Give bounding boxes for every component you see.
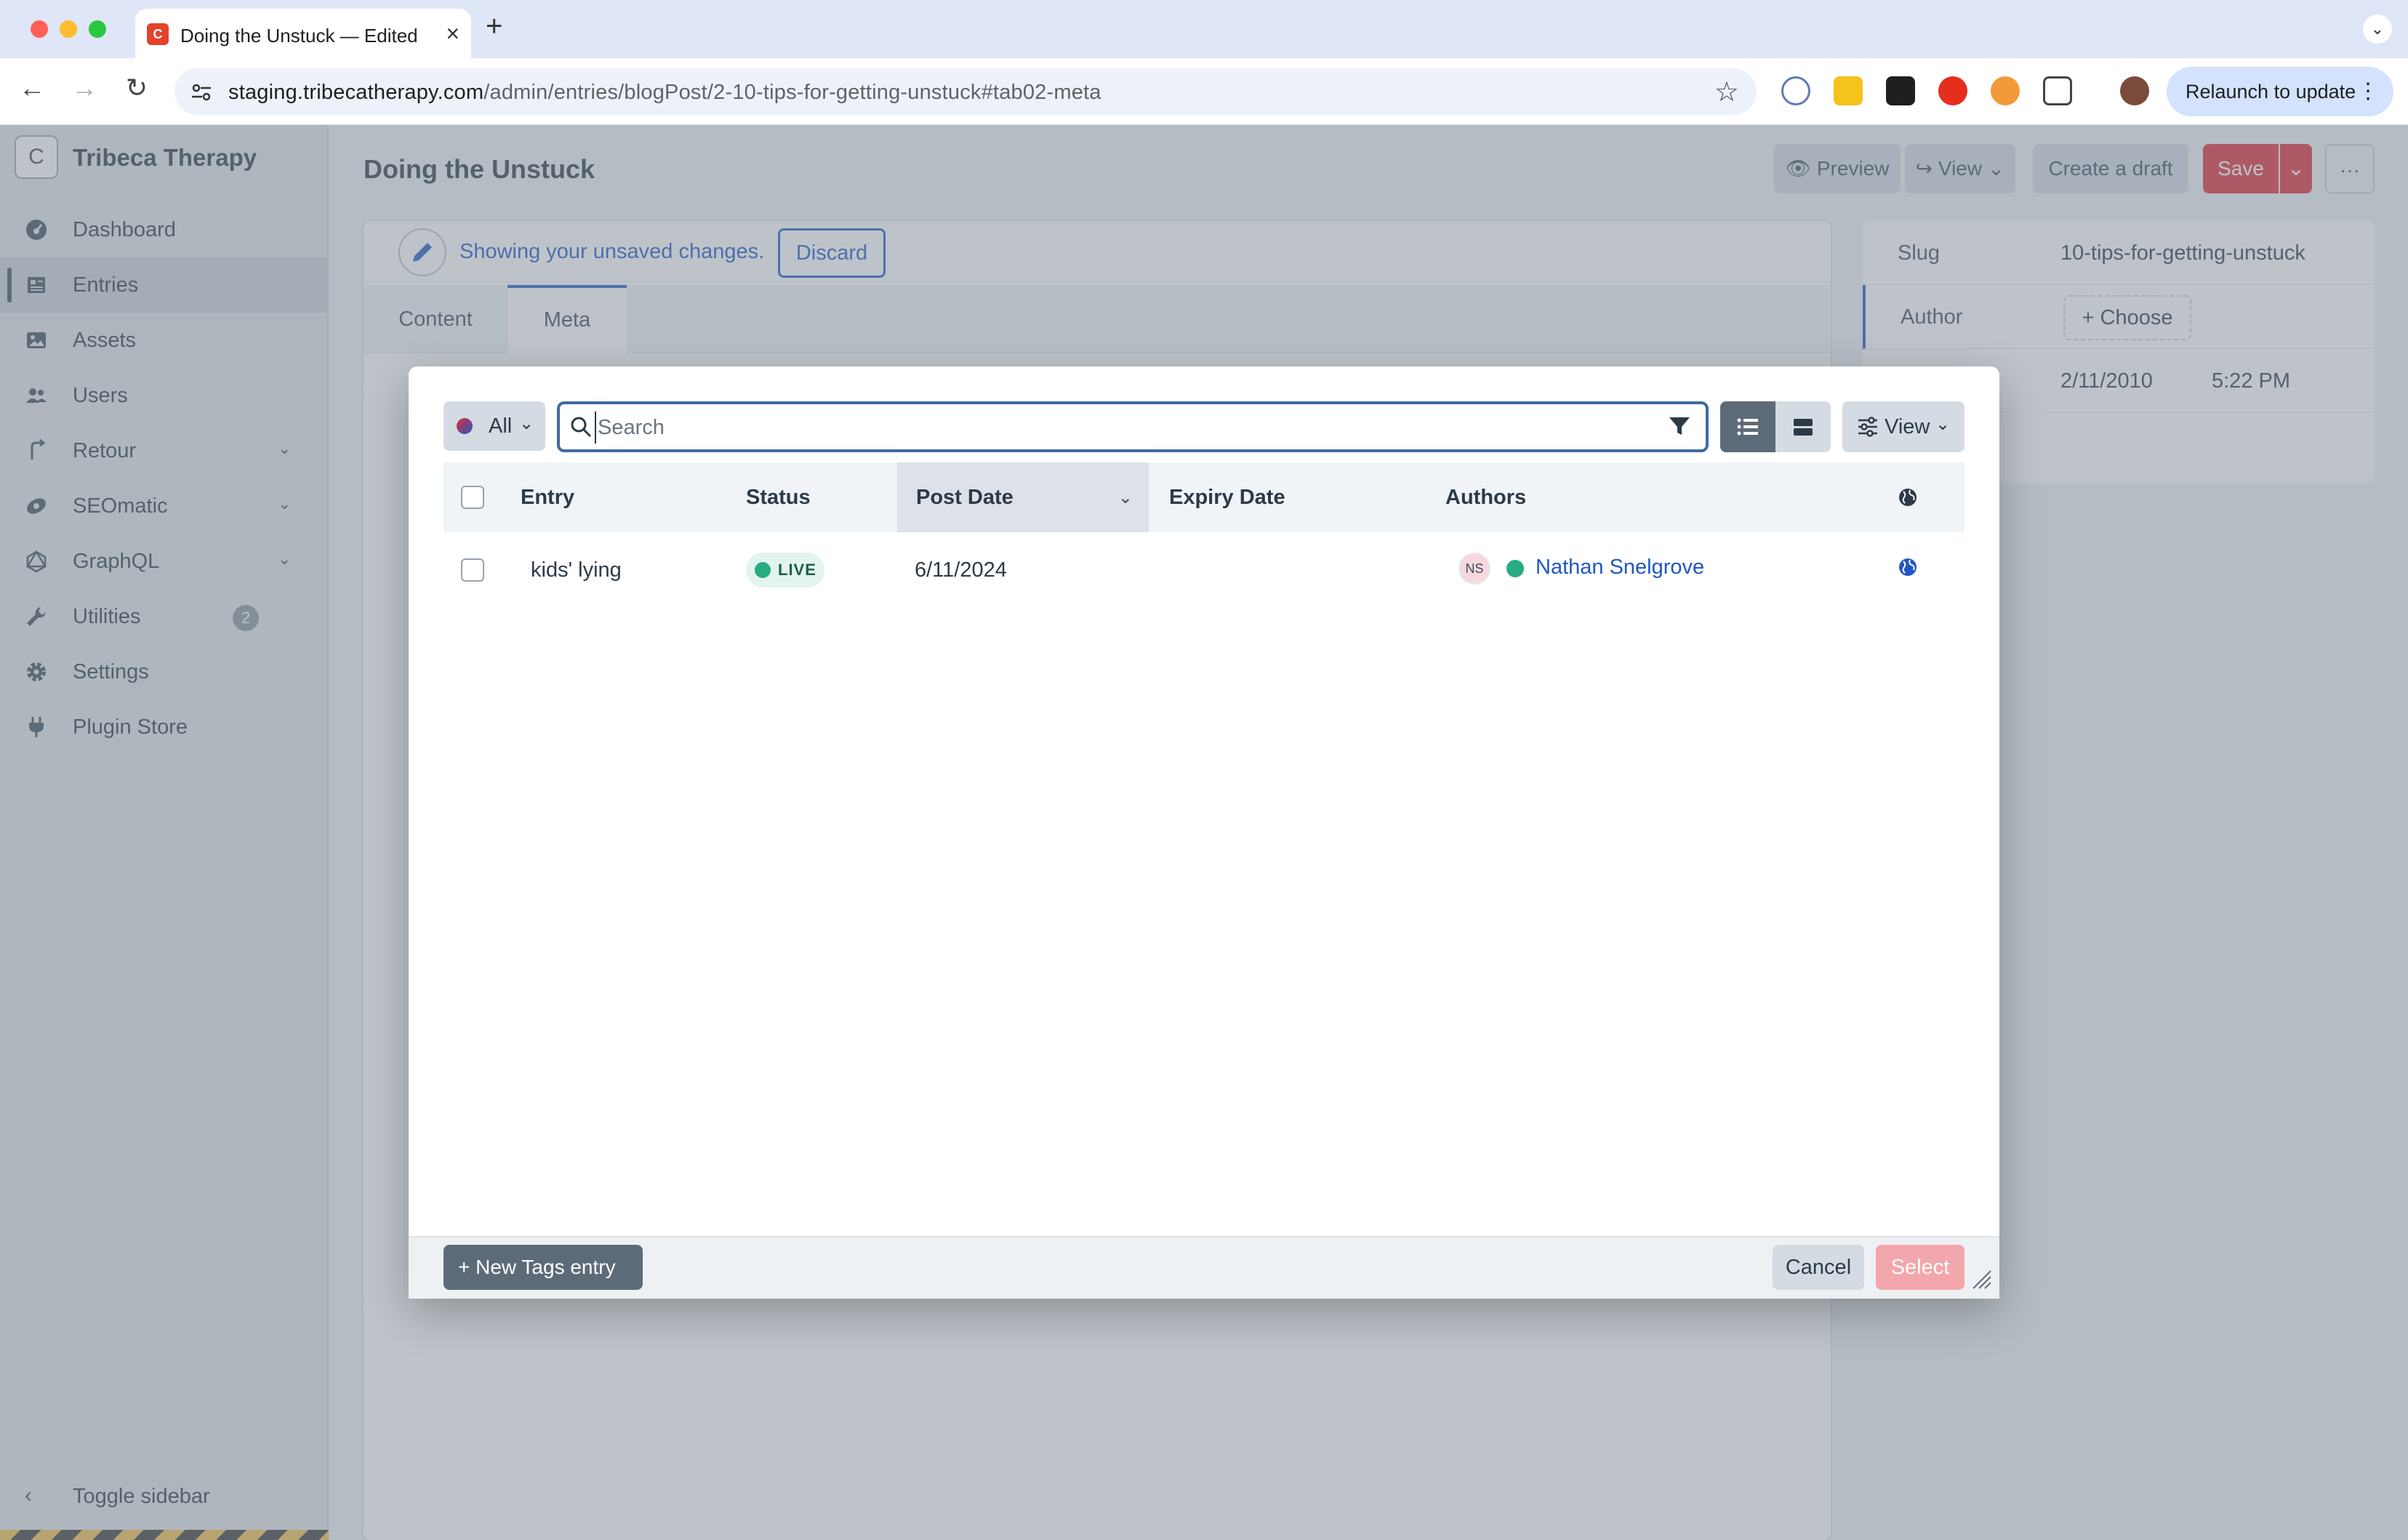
profile-avatar[interactable] (2120, 76, 2149, 105)
reload-icon[interactable]: ↻ (119, 73, 154, 103)
chevron-down-icon: ⌄ (1935, 414, 1951, 434)
select-all-checkbox[interactable] (461, 486, 484, 509)
sort-desc-icon: ⌄ (1117, 488, 1133, 508)
cancel-button[interactable]: Cancel (1773, 1245, 1864, 1290)
extension-5-icon[interactable] (1991, 76, 2020, 105)
site-info-icon[interactable] (190, 81, 212, 103)
cards-icon (1791, 415, 1815, 438)
tab-title: Doing the Unstuck — Edited (180, 25, 418, 47)
bookmark-star-icon[interactable]: ☆ (1714, 76, 1739, 108)
column-header-entry[interactable]: Entry (521, 486, 574, 510)
new-entry-button[interactable]: + New Tags entry (444, 1245, 643, 1290)
row-checkbox[interactable] (461, 558, 484, 582)
url-path: /admin/entries/blogPost/2-10-tips-for-ge… (483, 81, 1101, 104)
favicon: C (147, 23, 169, 45)
status-text: LIVE (778, 561, 816, 579)
column-header-post-date-label: Post Date (916, 486, 1014, 509)
source-label: All (489, 414, 513, 438)
back-icon[interactable]: ← (15, 73, 49, 103)
chevron-down-icon: ⌄ (519, 414, 534, 433)
author-status-dot (1506, 560, 1524, 577)
table-row[interactable] (444, 532, 1964, 608)
column-header-expiry-date[interactable]: Expiry Date (1169, 486, 1285, 510)
url-text: staging.tribecatherapy.com/admin/entries… (228, 81, 1101, 105)
relaunch-button[interactable]: Relaunch to update ⋮ (2167, 67, 2393, 116)
structure-view-button[interactable] (1775, 401, 1831, 452)
view-settings-label: View (1885, 415, 1930, 438)
close-tab-icon[interactable]: × (446, 20, 459, 47)
globe-icon (1898, 487, 1918, 508)
browser-tab[interactable]: C Doing the Unstuck — Edited × (135, 9, 471, 58)
filter-icon[interactable] (1668, 414, 1691, 438)
zoom-window-button[interactable] (89, 20, 106, 38)
new-tab-icon[interactable]: + (486, 10, 502, 43)
browser-menu-icon[interactable]: ⋮ (2357, 67, 2379, 116)
extension-3-icon[interactable] (1886, 76, 1915, 105)
avatar: NS (1458, 553, 1490, 585)
extension-4-icon[interactable] (1938, 76, 1967, 105)
column-header-status[interactable]: Status (746, 486, 811, 510)
site-dot-icon (457, 418, 473, 434)
forward-icon[interactable]: → (67, 73, 102, 103)
relaunch-label: Relaunch to update (2186, 81, 2356, 103)
minimize-window-button[interactable] (60, 20, 77, 38)
new-entry-label: New Tags entry (475, 1256, 616, 1278)
tab-search-icon[interactable]: ⌄ (2363, 15, 2392, 44)
extension-1-icon[interactable] (1781, 76, 1810, 105)
view-settings-button[interactable]: View ⌄ (1842, 401, 1964, 452)
resize-handle-icon[interactable] (1970, 1268, 1992, 1290)
address-bar[interactable]: staging.tribecatherapy.com/admin/entries… (174, 68, 1757, 115)
extensions-puzzle-icon[interactable] (2043, 76, 2072, 105)
url-host: staging.tribecatherapy.com (228, 81, 484, 104)
source-menu-button[interactable]: All ⌄ (444, 401, 545, 451)
modal-footer (409, 1236, 1999, 1299)
plus-icon: + (458, 1256, 476, 1278)
select-button[interactable]: Select (1876, 1245, 1964, 1290)
post-date-cell: 6/11/2024 (915, 558, 1007, 582)
status-badge: LIVE (746, 553, 824, 587)
status-dot (755, 562, 771, 578)
search-icon (570, 416, 592, 438)
extension-2-icon[interactable] (1834, 76, 1863, 105)
search-input[interactable] (595, 412, 1627, 444)
entry-title[interactable]: kids' lying (531, 558, 622, 582)
sliders-icon (1857, 416, 1879, 438)
close-window-button[interactable] (31, 20, 48, 38)
list-view-button[interactable] (1720, 401, 1775, 452)
column-header-authors[interactable]: Authors (1445, 486, 1526, 510)
column-header-post-date[interactable]: Post Date ⌄ (897, 462, 1149, 532)
site-globe-icon (1898, 557, 1918, 577)
list-icon (1736, 415, 1759, 438)
search-field[interactable] (557, 401, 1709, 452)
author-link[interactable]: Nathan Snelgrove (1536, 556, 1704, 579)
